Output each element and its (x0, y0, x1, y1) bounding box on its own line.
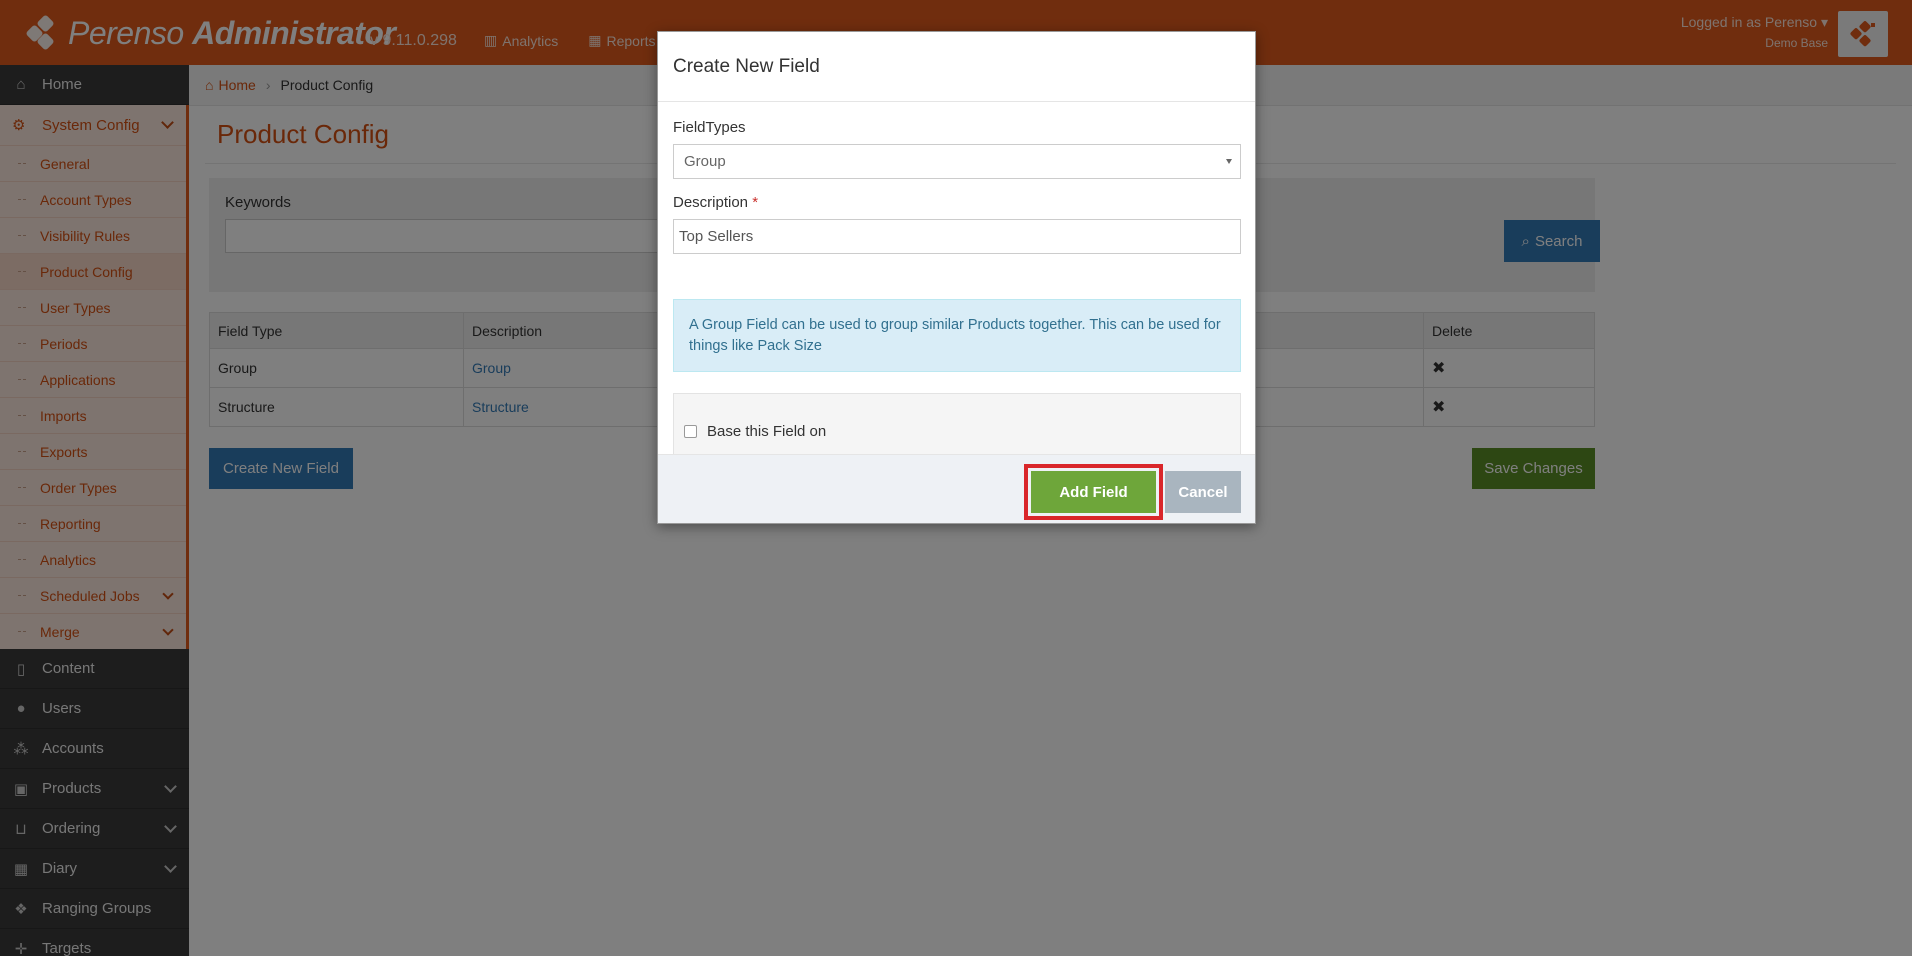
add-field-button[interactable]: Add Field (1031, 471, 1156, 513)
required-mark: * (752, 194, 759, 211)
fieldtypes-label: FieldTypes (673, 119, 746, 136)
fieldtypes-selected-value: Group (684, 153, 726, 170)
description-label: Description * (673, 194, 758, 211)
cancel-button[interactable]: Cancel (1165, 471, 1241, 513)
modal-footer: Add Field Cancel (658, 454, 1255, 523)
create-field-modal: Create New Field FieldTypes Group Descri… (657, 31, 1256, 524)
caret-down-icon (1226, 159, 1232, 164)
fieldtypes-select[interactable]: Group (673, 144, 1241, 179)
base-field-label: Base this Field on (707, 423, 827, 440)
description-label-text: Description (673, 194, 749, 211)
modal-title: Create New Field (658, 32, 1255, 102)
base-field-checkbox[interactable] (684, 425, 697, 438)
info-alert: A Group Field can be used to group simil… (673, 299, 1241, 372)
description-input[interactable] (673, 219, 1241, 254)
